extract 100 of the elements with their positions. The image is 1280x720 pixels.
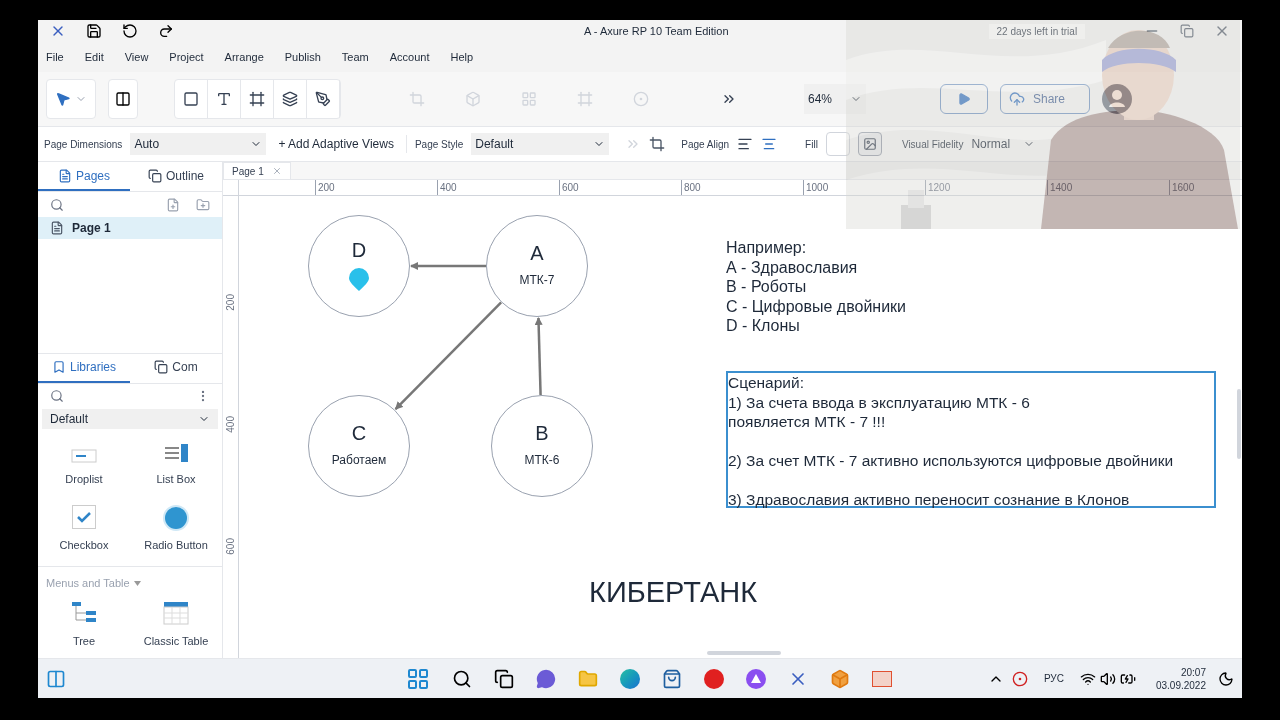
text-icon [216,91,232,107]
radio-button-icon [165,507,187,530]
menu-item[interactable]: Publish [284,48,321,66]
moon-icon[interactable] [1218,670,1234,687]
bookmark-icon [52,360,66,375]
field-label: Page Style [414,137,464,152]
page-style-dropdown[interactable]: Default [471,133,610,155]
align-center-icon[interactable] [761,136,778,152]
chat-icon[interactable] [536,668,556,689]
square-icon [183,91,199,107]
node-label: Работаем [331,452,387,469]
add-folder-icon[interactable] [196,197,210,212]
ruler-label: 600 [225,538,237,555]
caret-icon [133,580,141,586]
panel-tab[interactable]: Outline [130,162,222,192]
library-dropdown[interactable]: Default [42,408,218,429]
menu-item[interactable]: Team [341,48,369,66]
layers-icon [282,91,298,107]
node-label: МТК-7 [519,272,555,289]
add-page-icon[interactable] [166,197,180,212]
node-letter: B [535,423,549,443]
zoom-dropdown[interactable]: 64% [804,84,866,114]
presentation-icon[interactable] [872,670,892,687]
page-dimensions-dropdown[interactable]: Auto [130,133,267,155]
list-box-icon [163,443,189,463]
droplist-icon [71,449,97,463]
page-icon [58,168,72,183]
save-icon[interactable] [86,23,102,39]
node-letter: A [530,243,544,263]
round-app-icon[interactable] [704,668,724,689]
horizontal-scrollbar[interactable] [707,651,781,655]
restore-icon[interactable] [1180,24,1194,38]
language-indicator[interactable]: РУС [1043,671,1064,686]
select-tool-button[interactable] [46,79,96,119]
ruler-label: 400 [225,416,237,433]
widget-label[interactable]: Checkbox [59,537,109,554]
scenario-line: Сценарий: [728,373,805,393]
widgets-icon[interactable] [46,668,66,689]
panel-tab[interactable]: Pages [38,162,130,192]
heading-text: КИБЕРТАНК [589,575,758,610]
ruler-label: 1000 [803,180,829,195]
ruler-label: 1400 [1047,180,1073,195]
legend-line: D - Клоны [726,316,801,336]
legend-line: А - Здравославия [726,257,859,278]
field-label: Fill [805,137,818,152]
image-icon[interactable] [862,137,877,151]
widget-label[interactable]: Tree [72,633,96,650]
pointer-icon [55,91,71,107]
menu-item[interactable]: Arrange [224,48,264,66]
ruler-label: 200 [315,180,335,195]
cube-icon[interactable] [830,668,850,689]
record-icon[interactable] [1011,670,1028,687]
cloud-upload-icon [1009,91,1025,107]
triangle-app-icon[interactable] [746,668,766,689]
fill-color-swatch[interactable] [825,132,850,156]
scenario-line: 2) За счет МТК - 7 активно используются цифровые двойники [728,451,1175,471]
ruler-label: 1600 [1169,180,1195,195]
legend-line: Например: [726,238,808,258]
window-title: A - Axure RP 10 Team Edition [584,23,729,39]
visual-fidelity-dropdown[interactable]: Normal [971,133,1036,155]
task-view-icon[interactable] [494,668,514,689]
page-item[interactable]: Page 1 [38,217,222,239]
ruler-label: 400 [437,180,457,195]
checkbox-icon [72,505,96,530]
volume-icon[interactable] [1099,670,1116,687]
avatar-icon[interactable] [1102,84,1132,114]
outline-icon [148,168,162,183]
table-icon [163,601,189,626]
widget-label[interactable]: Radio Button [144,537,208,554]
menu-item[interactable]: Account [389,48,430,66]
align-left-icon[interactable] [737,136,754,152]
vertical-scrollbar[interactable] [1237,389,1241,459]
store-icon[interactable] [662,668,682,689]
clock-date[interactable]: 03.09.2022 [1155,678,1206,692]
pen-icon [315,91,331,107]
components-icon [154,360,169,375]
connector-tool-button[interactable] [108,79,138,119]
clock-time[interactable]: 20:07 [1180,665,1206,679]
page-tab[interactable]: Page 1 [223,162,291,179]
menu-item[interactable]: Project [169,48,204,66]
panel-tab[interactable]: Com [130,353,222,383]
undo-icon[interactable] [122,23,138,39]
play-icon [957,92,971,106]
menu-item[interactable]: Edit [84,48,104,66]
menu-item[interactable]: View [124,48,149,66]
browser-icon[interactable] [620,668,640,689]
search-icon[interactable] [452,668,472,689]
widget-label[interactable]: List Box [156,471,196,488]
redo-icon[interactable] [158,23,174,39]
ruler-label: 200 [225,294,237,311]
start-icon[interactable] [406,666,430,691]
menu-item[interactable]: File [46,48,64,66]
panel-tab[interactable]: Libraries [38,353,130,383]
widget-label[interactable]: Classic Table [143,633,209,650]
widget-label[interactable]: Droplist [65,471,103,488]
field-label: Page Align [681,137,730,152]
preview-button[interactable] [940,84,988,114]
add-adaptive-views-button[interactable]: + Add Adaptive Views [274,135,407,153]
menu-item[interactable]: Help [450,48,474,66]
fit-icon[interactable] [649,136,666,152]
